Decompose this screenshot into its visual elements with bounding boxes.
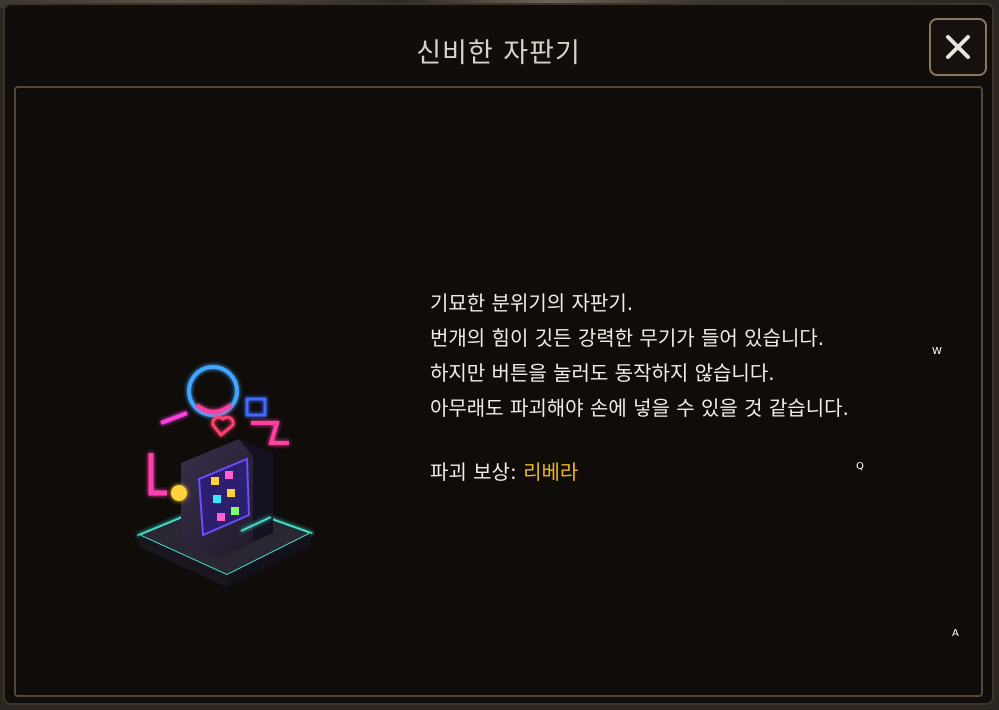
dialog-title: 신비한 자판기 <box>416 38 581 69</box>
description-line: 아무래도 파괴해야 손에 넣을 수 있을 것 같습니다. <box>430 396 849 420</box>
neon-vending-machine-icon <box>136 365 314 587</box>
description-line: 기묘한 분위기의 자판기. <box>430 291 634 315</box>
key-hint-a: A <box>952 628 959 639</box>
key-hint-q: Q <box>856 461 864 472</box>
description-line: 하지만 버튼을 눌러도 동작하지 않습니다. <box>430 361 775 385</box>
vending-machine-dialog: 신비한 자판기 기묘한 분위기의 자판기. 번개의 힘이 깃든 강력한 무기가 … <box>3 3 994 705</box>
dialog-header: 신비한 자판기 <box>5 5 992 87</box>
reward-label: 파괴 보상: <box>430 460 524 484</box>
reward-value: 리베라 <box>523 460 579 484</box>
dialog-content: 기묘한 분위기의 자판기. 번개의 힘이 깃든 강력한 무기가 들어 있습니다.… <box>14 86 983 697</box>
description-line: 번개의 힘이 깃든 강력한 무기가 들어 있습니다. <box>430 326 825 350</box>
item-description: 기묘한 분위기의 자판기. 번개의 힘이 깃든 강력한 무기가 들어 있습니다.… <box>430 286 849 426</box>
key-hint-w: W <box>932 346 942 357</box>
close-icon <box>946 35 970 59</box>
close-button[interactable] <box>929 18 987 76</box>
destroy-reward: 파괴 보상: 리베라 <box>430 456 578 485</box>
